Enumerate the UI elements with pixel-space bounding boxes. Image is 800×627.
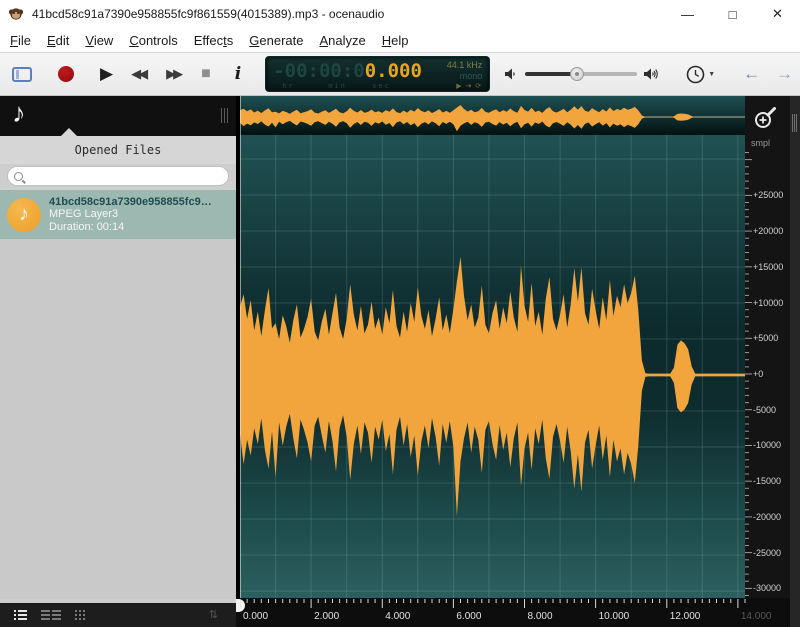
file-list: ♪ 41bcd58c91a7390e958855fc9… MPEG Layer3…	[0, 190, 236, 599]
menu-item-effects[interactable]: Effects	[186, 30, 242, 51]
time-axis-label: 2.000	[314, 611, 339, 622]
minimize-button[interactable]: —	[665, 0, 710, 28]
menu-item-controls[interactable]: Controls	[121, 30, 185, 51]
file-meta: 41bcd58c91a7390e958855fc9… MPEG Layer3 D…	[49, 196, 212, 234]
volume-track-empty	[577, 72, 637, 76]
amplitude-axis-label: +15000	[753, 262, 783, 272]
record-button[interactable]	[58, 66, 74, 82]
file-name: 41bcd58c91a7390e958855fc9…	[49, 196, 212, 208]
info-button[interactable]: i	[235, 64, 241, 84]
fast-forward-button[interactable]: ▶▶	[166, 66, 183, 82]
grid-view-icon[interactable]	[75, 610, 85, 620]
amplitude-axis: smpl +25000+20000+15000+10000+5000+0-500…	[745, 96, 790, 598]
sidebar: ♪ Opened Files ♪ 41bcd58c91a7390e958855f…	[0, 96, 236, 627]
search-icon	[14, 172, 23, 181]
time-unit-sec: sec	[372, 82, 391, 90]
right-panel-strip[interactable]	[790, 96, 800, 627]
toolbar: ▶ ◀◀ ▶▶ ■ i -00:00:00.000 hr min sec 44.…	[0, 52, 800, 96]
rewind-button[interactable]: ◀◀	[131, 66, 148, 82]
list-compact-view-icon[interactable]	[41, 610, 61, 620]
window-title: 41bcd58c91a7390e958855fc9f861559(4015389…	[32, 7, 384, 21]
time-unit-hr: hr	[282, 82, 294, 90]
zoom-plus-icon[interactable]	[753, 105, 779, 131]
time-ruler[interactable]: 0.000 2.000 4.000 6.000 8.000 10.000 12.000 14.…	[236, 598, 800, 627]
app-icon	[8, 6, 24, 22]
waveform-svg	[240, 135, 745, 598]
menu-item-edit[interactable]: Edit	[39, 30, 77, 51]
playhead-line[interactable]	[240, 96, 241, 598]
amplitude-axis-label: -20000	[753, 512, 781, 522]
time-axis-label: 10.000	[599, 611, 630, 622]
amplitude-axis-label: -5000	[753, 405, 776, 415]
stop-button[interactable]: ■	[201, 65, 211, 83]
amplitude-axis-label: +20000	[753, 226, 783, 236]
time-axis-label: 6.000	[456, 611, 481, 622]
audio-file-icon: ♪	[7, 198, 41, 232]
volume-high-icon[interactable]	[643, 67, 660, 81]
search-input[interactable]	[28, 170, 228, 182]
volume-slider[interactable]	[525, 67, 637, 81]
amplitude-axis-label: -10000	[753, 440, 781, 450]
amplitude-axis-label: -25000	[753, 548, 781, 558]
time-axis-label: 0.000	[243, 611, 268, 622]
time-digits-bright: 0.000	[365, 60, 422, 82]
menu-item-analyze[interactable]: Analyze	[311, 30, 373, 51]
time-axis-label: 12.000	[670, 611, 701, 622]
menubar: FileEditViewControlsEffectsGenerateAnaly…	[0, 28, 800, 52]
amplitude-axis-label: +0	[753, 369, 763, 379]
history-button[interactable]: ▼	[686, 65, 715, 84]
time-axis-label: 4.000	[385, 611, 410, 622]
amplitude-axis-label: -15000	[753, 476, 781, 486]
volume-group	[504, 67, 660, 81]
sidebar-grip-icon[interactable]	[221, 108, 228, 123]
waveform-overview[interactable]	[240, 96, 745, 135]
sidebar-bottombar: ⇅	[0, 603, 236, 627]
maximize-button[interactable]: □	[710, 0, 755, 28]
channel-mode-label: mono	[460, 71, 483, 81]
music-note-tab-icon[interactable]: ♪	[12, 98, 26, 129]
title-bar: 41bcd58c91a7390e958855fc9f861559(4015389…	[0, 0, 800, 28]
panel-title: Opened Files	[0, 136, 236, 164]
history-caret-icon: ▼	[708, 71, 715, 78]
volume-low-icon[interactable]	[504, 67, 519, 81]
amplitude-axis-label: +10000	[753, 298, 783, 308]
playback-mode-icons: ▶ ⇥ ⟳	[456, 82, 482, 90]
time-digits-dim: -00:00:0	[273, 60, 365, 82]
clock-icon	[686, 65, 705, 84]
time-unit-min: min	[328, 82, 347, 90]
close-button[interactable]: ✕	[755, 0, 800, 28]
menu-item-view[interactable]: View	[77, 30, 121, 51]
time-display[interactable]: -00:00:00.000 hr min sec 44.1 kHz mono ▶…	[265, 56, 490, 92]
amplitude-ticks	[745, 96, 755, 603]
menu-item-help[interactable]: Help	[374, 30, 417, 51]
waveform-overview-svg	[240, 96, 745, 135]
sample-rate-label: 44.1 kHz	[447, 60, 483, 70]
time-digits: -00:00:00.000	[273, 60, 422, 82]
menu-item-file[interactable]: File	[2, 30, 39, 51]
time-axis-label: 14.000	[741, 611, 772, 622]
right-panel-grip-icon[interactable]	[792, 114, 797, 132]
play-button[interactable]: ▶	[100, 64, 113, 84]
waveform-main-view[interactable]	[240, 135, 745, 598]
ocenaudio-window: 41bcd58c91a7390e958855fc9f861559(4015389…	[0, 0, 800, 627]
amplitude-axis-label: -30000	[753, 583, 781, 593]
sidebar-tabbar: ♪	[0, 96, 236, 136]
sidebar-toggle-button[interactable]	[12, 67, 32, 82]
amplitude-axis-label: +5000	[753, 333, 778, 343]
list-detail-view-icon[interactable]	[14, 610, 27, 620]
sort-icon[interactable]: ⇅	[209, 608, 218, 621]
search-box[interactable]	[7, 166, 229, 186]
file-list-item[interactable]: ♪ 41bcd58c91a7390e958855fc9… MPEG Layer3…	[0, 190, 236, 239]
file-format: MPEG Layer3	[49, 208, 212, 221]
nav-forward-button[interactable]: →	[776, 64, 793, 84]
amplitude-axis-label: +25000	[753, 190, 783, 200]
menu-item-generate[interactable]: Generate	[241, 30, 311, 51]
nav-back-button[interactable]: ←	[743, 64, 760, 84]
file-duration: Duration: 00:14	[49, 221, 212, 234]
time-axis-label: 8.000	[528, 611, 553, 622]
window-controls: — □ ✕	[665, 0, 800, 28]
volume-handle[interactable]	[570, 67, 584, 81]
